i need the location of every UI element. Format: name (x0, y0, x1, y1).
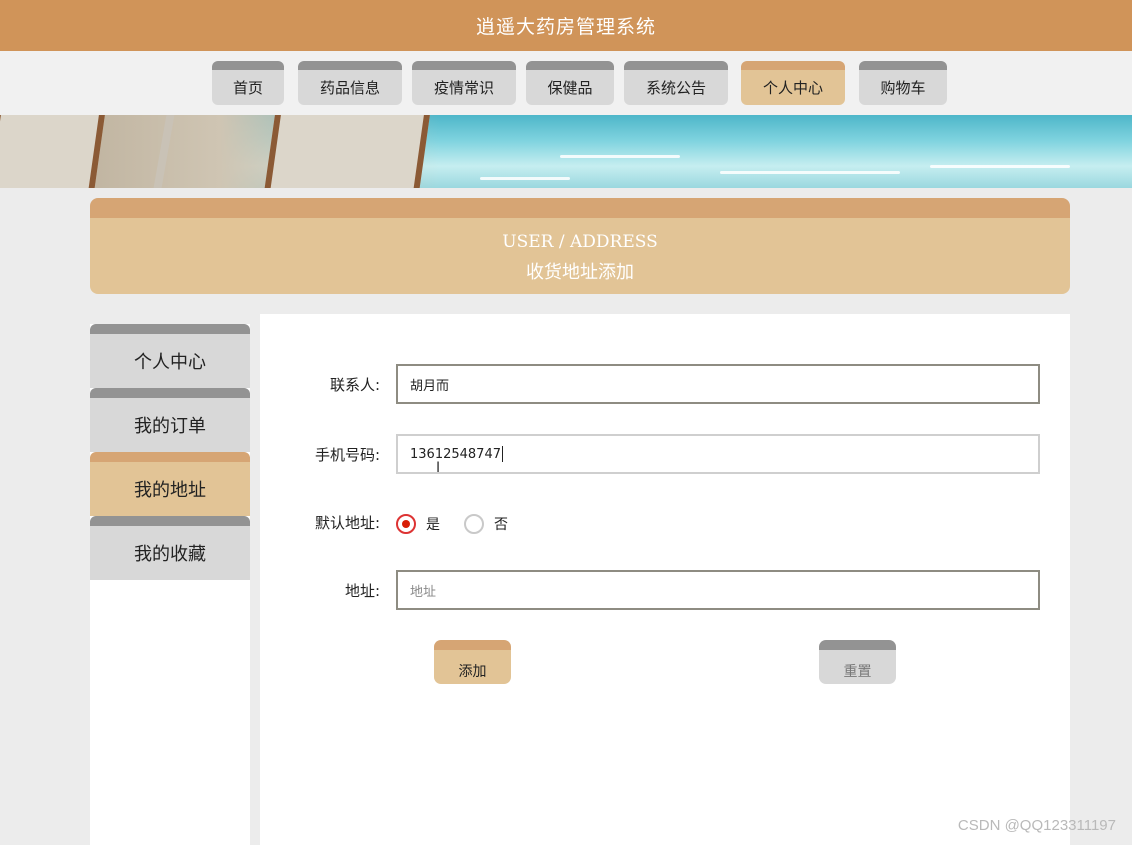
beach-chair-icon (263, 115, 432, 188)
main-nav: 首页 药品信息 疫情常识 保健品 系统公告 个人中心 购物车 (0, 51, 1132, 115)
address-form-panel: 联系人: 胡月而 手机号码: 13612548747 默认地址: 是 否 地址:… (260, 314, 1070, 845)
radio-dot-icon (402, 520, 410, 528)
wave-decoration (930, 165, 1070, 168)
top-header: 逍遥大药房管理系统 (0, 0, 1132, 51)
nav-cart[interactable]: 购物车 (859, 61, 947, 105)
text-cursor-icon: I (436, 460, 441, 476)
section-title-en: USER / ADDRESS (502, 232, 658, 252)
section-header: USER / ADDRESS 收货地址添加 (90, 198, 1070, 294)
beach-banner (0, 115, 1132, 188)
radio-no-label: 否 (494, 517, 508, 533)
phone-value: 13612548747 (410, 446, 501, 462)
nav-drug-info[interactable]: 药品信息 (298, 61, 402, 105)
contact-input[interactable]: 胡月而 (396, 364, 1040, 404)
section-title-cn: 收货地址添加 (526, 262, 634, 283)
text-caret (501, 446, 503, 462)
app-title: 逍遥大药房管理系统 (475, 16, 656, 38)
nav-health-products[interactable]: 保健品 (526, 61, 614, 105)
beach-chair-icon (0, 115, 107, 188)
sidebar-item-my-favorites[interactable]: 我的收藏 (90, 516, 250, 580)
address-placeholder: 地址 (410, 584, 437, 600)
address-input[interactable]: 地址 (396, 570, 1040, 610)
add-button[interactable]: 添加 (434, 640, 511, 684)
wave-decoration (560, 155, 680, 158)
nav-epidemic-knowledge[interactable]: 疫情常识 (412, 61, 516, 105)
wave-decoration (480, 177, 570, 180)
reset-button[interactable]: 重置 (819, 640, 896, 684)
nav-home[interactable]: 首页 (212, 61, 284, 105)
sidebar-item-my-address[interactable]: 我的地址 (90, 452, 250, 516)
wave-decoration (720, 171, 900, 174)
contact-label: 联系人: (329, 376, 380, 394)
default-address-label: 默认地址: (314, 514, 380, 532)
radio-no[interactable] (464, 514, 484, 534)
contact-value: 胡月而 (410, 378, 450, 394)
sidebar-item-my-orders[interactable]: 我的订单 (90, 388, 250, 452)
default-address-radio-group: 是 否 (396, 512, 532, 536)
radio-yes-label: 是 (426, 517, 440, 533)
watermark: CSDN @QQ123311197 (957, 817, 1116, 834)
address-label: 地址: (344, 582, 380, 600)
phone-input[interactable]: 13612548747 (396, 434, 1040, 474)
sidebar: 个人中心 我的订单 我的地址 我的收藏 (90, 324, 250, 845)
radio-yes[interactable] (396, 514, 416, 534)
phone-label: 手机号码: (314, 446, 380, 464)
sidebar-item-personal-center[interactable]: 个人中心 (90, 324, 250, 388)
nav-announcements[interactable]: 系统公告 (624, 61, 728, 105)
nav-personal-center[interactable]: 个人中心 (741, 61, 845, 105)
